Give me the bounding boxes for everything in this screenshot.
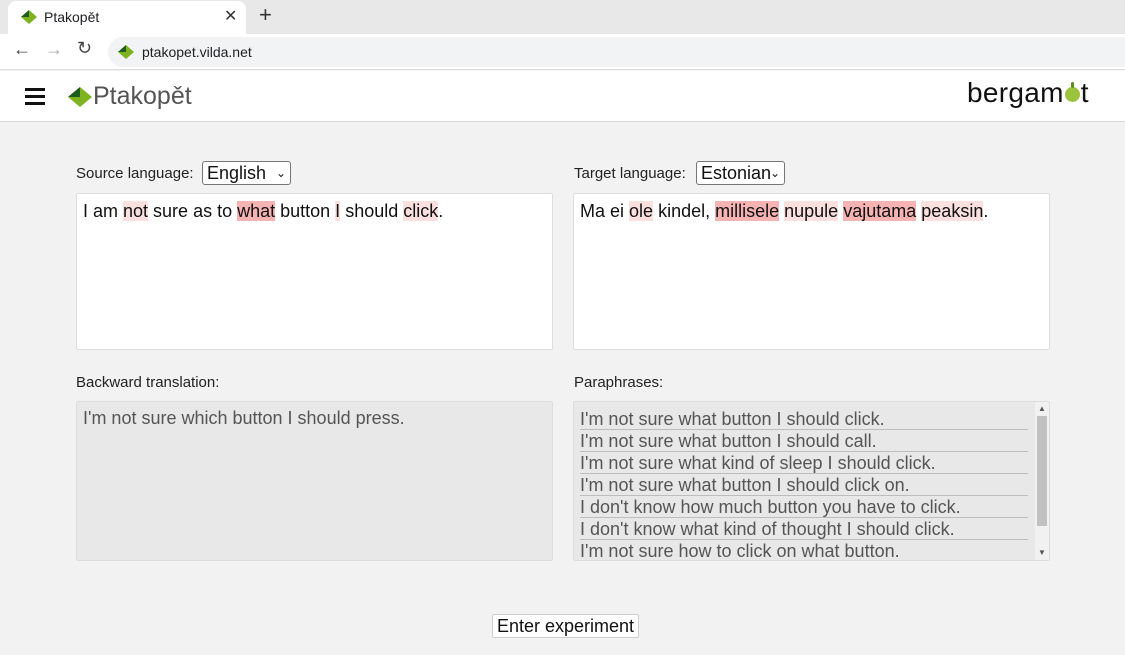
text-segment: . (983, 201, 989, 221)
back-arrow-icon[interactable]: ← (13, 39, 31, 60)
target-language-select[interactable]: Estonian ⌄ (696, 161, 785, 185)
hamburger-menu-icon[interactable] (25, 88, 45, 105)
paraphrases-scrollbar[interactable]: ▲ ▼ (1035, 402, 1049, 560)
source-text-input[interactable]: I am not sure as to what button I should… (76, 193, 553, 350)
target-language-value: Estonian (701, 163, 772, 183)
paraphrase-item[interactable]: I don't know how much button you have to… (580, 496, 1028, 518)
browser-tab[interactable]: Ptakopět ✕ (8, 1, 246, 34)
highlighted-word: peaksin (921, 201, 984, 221)
new-tab-icon[interactable]: + (259, 2, 272, 28)
ptakopet-logo-icon (68, 87, 92, 107)
target-language-label: Target language: (574, 165, 686, 182)
close-tab-icon[interactable]: ✕ (224, 6, 237, 26)
text-segment: Ma ei (580, 201, 630, 221)
chevron-down-icon: ⌄ (769, 166, 780, 180)
site-favicon-icon (118, 45, 134, 59)
tab-title: Ptakopět (44, 9, 100, 25)
backward-translation-text: I'm not sure which button I should press… (83, 408, 405, 428)
text-segment: kindel, (653, 201, 716, 221)
source-language-value: English (207, 163, 267, 183)
text-segment: I am (83, 201, 124, 221)
text-segment: . (438, 201, 444, 221)
bergamot-fruit-icon (1064, 82, 1080, 102)
forward-arrow-icon[interactable]: → (45, 39, 63, 60)
highlighted-word: not (123, 201, 149, 221)
paraphrases-list[interactable]: I'm not sure what button I should click.… (573, 401, 1050, 561)
source-language-select[interactable]: English ⌄ (202, 161, 291, 185)
backward-translation-output: I'm not sure which button I should press… (76, 401, 553, 561)
highlighted-word: click (403, 201, 439, 221)
text-segment: should (340, 201, 404, 221)
browser-address-bar: ← → ↻ ptakopet.vilda.net (0, 34, 1125, 70)
paraphrases-label: Paraphrases: (574, 374, 664, 391)
paraphrase-item[interactable]: I don't know what kind of thought I shou… (580, 518, 1028, 540)
highlighted-word: what (237, 201, 276, 221)
scroll-up-arrow-icon[interactable]: ▲ (1038, 404, 1046, 413)
highlighted-word: vajutama (843, 201, 917, 221)
paraphrase-item[interactable]: I'm not sure what button I should call. (580, 430, 1028, 452)
reload-icon[interactable]: ↻ (77, 38, 92, 59)
browser-tab-bar: Ptakopět ✕ + (0, 0, 1125, 34)
target-text-output[interactable]: Ma ei ole kindel, millisele nupule vajut… (573, 193, 1050, 350)
ptakopet-favicon-icon (21, 10, 37, 24)
highlighted-word: millisele (715, 201, 780, 221)
url-text: ptakopet.vilda.net (142, 44, 252, 60)
enter-experiment-button[interactable]: Enter experiment (492, 614, 639, 638)
scroll-down-arrow-icon[interactable]: ▼ (1038, 548, 1046, 557)
app-header: Ptakopět bergam t (0, 71, 1125, 122)
url-field[interactable]: ptakopet.vilda.net (108, 37, 1125, 67)
chevron-down-icon: ⌄ (275, 166, 286, 180)
backward-translation-label: Backward translation: (76, 374, 220, 391)
app-logo-text[interactable]: Ptakopět (93, 82, 192, 111)
text-segment: sure as to (148, 201, 238, 221)
paraphrase-item[interactable]: I'm not sure what button I should click … (580, 474, 1028, 496)
scrollbar-thumb[interactable] (1037, 416, 1047, 526)
source-language-label: Source language: (76, 165, 194, 182)
paraphrase-item[interactable]: I'm not sure what kind of sleep I should… (580, 452, 1028, 474)
bergamot-logo[interactable]: bergam t (967, 77, 1089, 109)
paraphrase-item[interactable]: I'm not sure how to click on what button… (580, 540, 1028, 560)
text-segment: button (275, 201, 336, 221)
highlighted-word: nupule (784, 201, 839, 221)
paraphrase-item[interactable]: I'm not sure what button I should click. (580, 408, 1028, 430)
highlighted-word: ole (629, 201, 654, 221)
